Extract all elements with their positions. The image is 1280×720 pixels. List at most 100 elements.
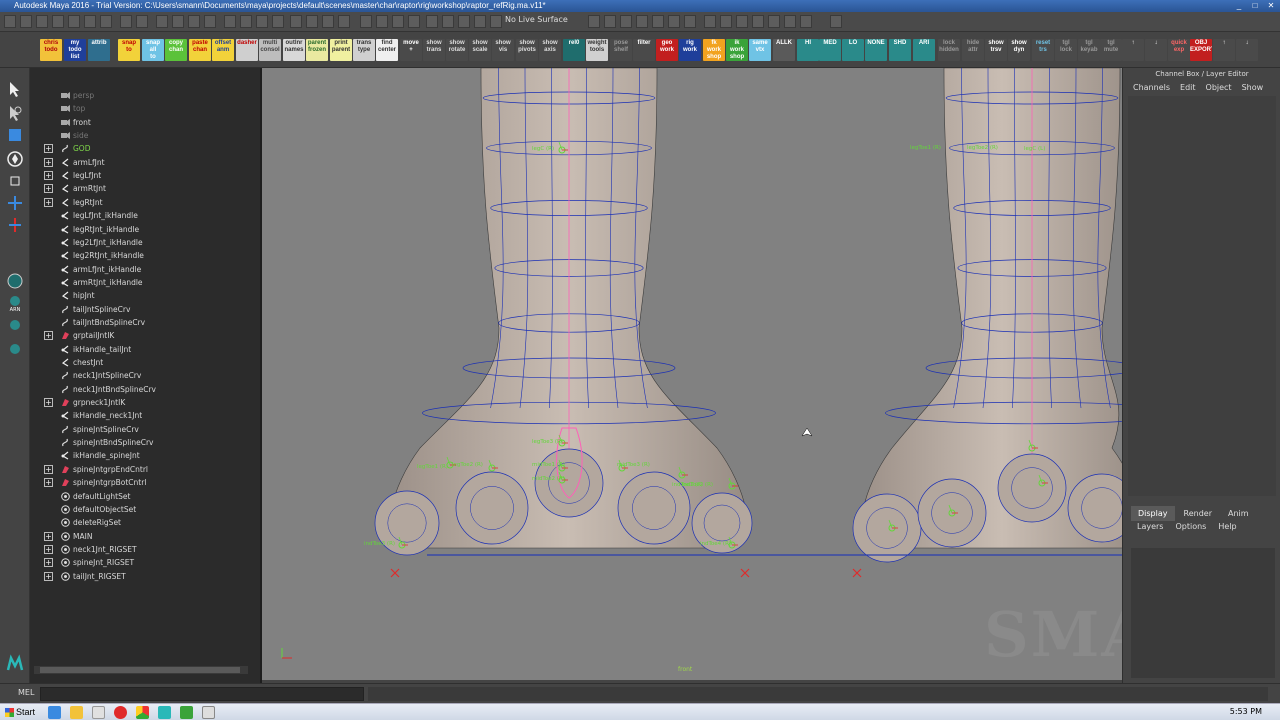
expand-toggle-icon[interactable]: + [44,331,53,341]
outliner-item[interactable]: side [30,129,250,142]
shelf-button[interactable]: reset trs [1032,39,1054,61]
expand-toggle-icon[interactable]: + [44,544,53,554]
outliner-item[interactable]: + armLfJnt [30,156,250,169]
outliner-horizontal-scrollbar[interactable] [34,666,248,674]
outliner-item[interactable]: + tailJnt_RIGSET [30,570,250,583]
menu-show[interactable]: Show [1242,83,1264,92]
outliner-item[interactable]: + GOD [30,142,250,155]
shelf-button[interactable]: move + [400,39,422,61]
shelf-button[interactable]: ↑ [1213,39,1235,61]
outliner-item[interactable]: spineJntSplineCrv [30,423,250,436]
shelf-button[interactable]: weight tools [586,39,608,61]
live-surface-label[interactable]: No Live Surface [505,15,568,24]
status-line-icon[interactable] [376,15,388,28]
shelf-button[interactable]: SHD [889,39,911,61]
channel-box-body[interactable] [1128,96,1276,496]
menu-options[interactable]: Options [1175,522,1206,531]
expand-toggle-icon[interactable]: + [44,184,53,194]
shelf-button[interactable]: show pivots [516,39,538,61]
outliner-item[interactable]: defaultLightSet [30,490,250,503]
outliner-item[interactable]: armRtJnt_ikHandle [30,276,250,289]
status-line-icon[interactable] [588,15,600,28]
viewport-panel[interactable]: legC (R) legToe1 (R) legToe2 (R) legToe3 (R… [262,68,1122,680]
shelf-button[interactable]: offset anm [212,39,234,61]
status-line-icon[interactable] [224,15,236,28]
expand-toggle-icon[interactable]: + [44,197,53,207]
shelf-button[interactable]: ↑ [1122,39,1144,61]
status-line-icon[interactable] [620,15,632,28]
status-line-icon[interactable] [84,15,96,28]
excel-icon[interactable] [180,706,193,719]
outliner-item[interactable]: + spineJnt_RIGSET [30,556,250,569]
scale-tool-icon[interactable] [6,194,24,212]
shelf-button[interactable]: show axis [539,39,561,61]
status-line-icon[interactable] [156,15,168,28]
status-line-icon[interactable] [490,15,502,28]
outliner-item[interactable]: + grpneck1JntIK [30,396,250,409]
status-line-icon[interactable] [392,15,404,28]
expand-toggle-icon[interactable]: + [44,531,53,541]
shelf-button[interactable]: MED [819,39,841,61]
status-line-icon[interactable] [68,15,80,28]
shelf-button[interactable]: show trans [423,39,445,61]
maximize-button[interactable]: □ [1250,0,1260,12]
shelf-button[interactable]: my todo list [64,39,86,61]
shelf-button[interactable]: geo work [656,39,678,61]
status-line-icon[interactable] [408,15,420,28]
outliner-item[interactable]: + grptailJntIK [30,329,250,342]
command-language-label[interactable]: MEL [18,688,34,697]
shelf-button[interactable]: ↓ [1236,39,1258,61]
rotate-tool-icon[interactable] [6,172,24,190]
menu-help[interactable]: Help [1218,522,1236,531]
med-icon[interactable] [6,340,24,358]
outliner-item[interactable]: + neck1Jnt_RIGSET [30,543,250,556]
start-button[interactable]: Start [2,705,41,720]
status-line-icon[interactable] [784,15,796,28]
outliner-item[interactable]: ikHandle_tailJnt [30,343,250,356]
outliner-item[interactable]: + armRtJnt [30,182,250,195]
status-line-icon[interactable] [668,15,680,28]
expand-toggle-icon[interactable]: + [44,171,53,181]
shelf-button[interactable]: print parent [330,39,352,61]
outliner-item[interactable]: legRtJnt_ikHandle [30,223,250,236]
menu-layers[interactable]: Layers [1137,522,1163,531]
outliner-item[interactable]: spineJntBndSplineCrv [30,436,250,449]
shelf-button[interactable]: filter [633,39,655,61]
shelf-button[interactable]: pose shelf [610,39,632,61]
shelf-button[interactable]: lock hidden [938,39,960,61]
manipulator-tool-icon[interactable] [6,216,24,234]
shelf-button[interactable]: tgl lock [1055,39,1077,61]
status-line-icon[interactable] [830,15,842,28]
hi-icon[interactable] [6,318,24,336]
expand-toggle-icon[interactable]: + [44,571,53,581]
expand-toggle-icon[interactable]: + [44,157,53,167]
shelf-button[interactable]: LO [842,39,864,61]
status-line-icon[interactable] [20,15,32,28]
outliner-item[interactable]: hipJnt [30,289,250,302]
shelf-button[interactable]: fk work shop [703,39,725,61]
outliner-item[interactable]: top [30,102,250,115]
status-line-icon[interactable] [338,15,350,28]
status-line-icon[interactable] [652,15,664,28]
expand-toggle-icon[interactable]: + [44,558,53,568]
menu-edit[interactable]: Edit [1180,83,1196,92]
outliner-item[interactable]: front [30,116,250,129]
layer-list[interactable] [1131,548,1275,678]
shelf-button[interactable]: same vtx [749,39,771,61]
shelf-button[interactable]: parent frozen [306,39,328,61]
status-line-icon[interactable] [442,15,454,28]
outliner-item[interactable]: ikHandle_neck1Jnt [30,409,250,422]
command-input[interactable] [40,687,364,701]
app-icon[interactable] [92,706,105,719]
shelf-button[interactable]: ALLK [773,39,795,61]
move-tool-icon[interactable] [6,150,24,168]
status-line-icon[interactable] [720,15,732,28]
shelf-button[interactable]: dasher [236,39,258,61]
shelf-button[interactable]: show rotate [446,39,468,61]
explorer-icon[interactable] [70,706,83,719]
status-line-icon[interactable] [736,15,748,28]
shelf-button[interactable]: tgl keyab [1078,39,1100,61]
shelf-button[interactable]: show dyn [1008,39,1030,61]
status-line-icon[interactable] [704,15,716,28]
outliner-item[interactable]: + legLfJnt [30,169,250,182]
